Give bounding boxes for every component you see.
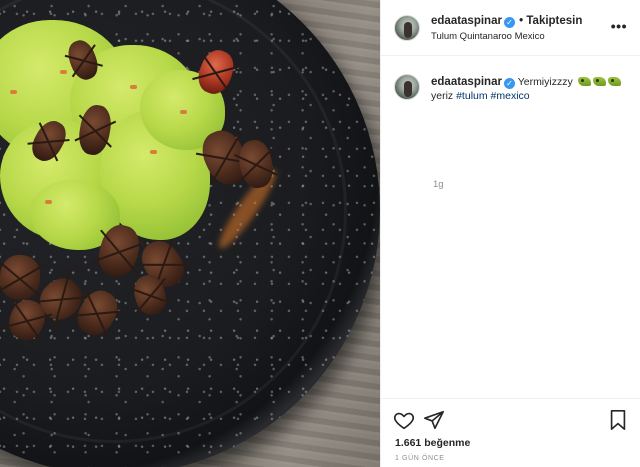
avatar[interactable] xyxy=(394,15,420,41)
paper-plane-icon[interactable] xyxy=(423,409,445,431)
cricket-emoji-icon xyxy=(577,77,591,86)
tomato-speck xyxy=(45,200,52,204)
following-status[interactable]: • Takiptesin xyxy=(519,15,582,27)
caption: edaataspinar ✓ Yermiyizzzy yeriz #tulum #… xyxy=(431,75,626,103)
caption-text: yeriz xyxy=(431,90,454,102)
header-user-line: edaataspinar ✓ • Takiptesin xyxy=(431,15,582,28)
location-link[interactable]: Tulum Quintanaroo Mexico xyxy=(431,31,545,42)
post-date: 1 GÜN ÖNCE xyxy=(395,455,445,462)
caption-text: Yermiyizzzy xyxy=(517,76,573,88)
action-bar xyxy=(381,398,640,438)
post-photo[interactable] xyxy=(0,0,380,467)
tomato-speck xyxy=(60,70,67,74)
caption-username-link[interactable]: edaataspinar xyxy=(431,76,502,88)
verified-badge-icon: ✓ xyxy=(503,17,515,28)
post-sidebar: edaataspinar ✓ • Takiptesin Tulum Quintan… xyxy=(380,0,640,467)
caption-timestamp[interactable]: 1g xyxy=(433,179,444,190)
cricket-emoji-icon xyxy=(607,77,621,86)
tomato-speck xyxy=(130,85,137,89)
post-header: edaataspinar ✓ • Takiptesin Tulum Quintan… xyxy=(381,0,640,56)
likes-count[interactable]: 1.661 beğenme xyxy=(395,437,470,449)
avatar[interactable] xyxy=(394,74,420,100)
tomato-speck xyxy=(10,90,17,94)
hashtag-link[interactable]: #mexico xyxy=(491,90,530,102)
hashtag-link[interactable]: #tulum xyxy=(456,90,488,102)
verified-badge-icon: ✓ xyxy=(503,78,515,89)
more-options-icon[interactable]: ••• xyxy=(611,18,627,34)
tomato-speck xyxy=(180,110,187,114)
cricket-emoji-icon xyxy=(592,77,606,86)
username-link[interactable]: edaataspinar xyxy=(431,15,502,27)
bookmark-icon[interactable] xyxy=(607,409,629,431)
heart-icon[interactable] xyxy=(393,409,415,431)
tomato-speck xyxy=(150,150,157,154)
